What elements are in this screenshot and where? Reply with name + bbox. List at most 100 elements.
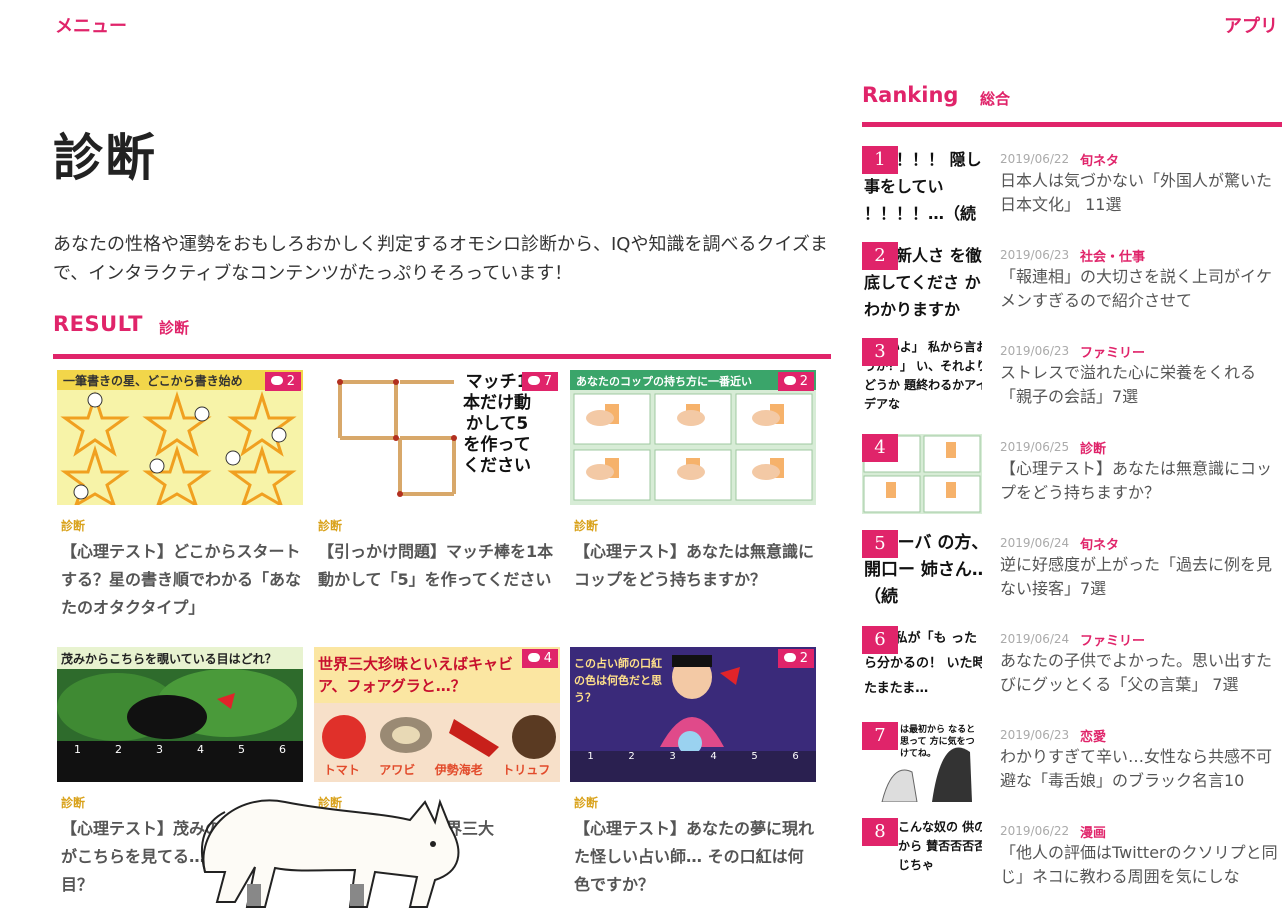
article-category[interactable]: 診断 (574, 517, 598, 534)
option-label: 5 (751, 751, 758, 762)
ranking-title[interactable]: 日本人は気づかない「外国人が驚いた日本文化」 11選 (1000, 169, 1280, 217)
article-card[interactable]: 世界三大珍味といえばキャビア、フォアグラと…？ トマト アワビ 伊勢海老 トリュ… (314, 647, 560, 838)
bush-illustration (57, 669, 303, 782)
ranking-category[interactable]: 漫画 (1080, 822, 1106, 841)
comment-count-badge: 2 (264, 372, 301, 391)
option-label: 3 (669, 751, 676, 762)
ranking-item[interactable]: ーサーバ の方、開口ー 姉さん…（続 5 2019/06/24 旬ネタ 逆に好感… (862, 530, 1282, 614)
rank-number: 7 (862, 722, 898, 750)
rank-number: 3 (862, 338, 898, 366)
thumbnail-caption: は最初から なると思って 方に気をつけてね。 (900, 725, 976, 759)
ranking-title[interactable]: 「他人の評価はTwitterのクソリプと同じ」ネコに教わる周囲を気にしな (1000, 841, 1280, 889)
article-category[interactable]: 診断 (61, 794, 85, 811)
ranking-item[interactable]: 皆様！！！ 隠し事をしてい ！！！！…（続 1 2019/06/22 旬ネタ 日… (862, 146, 1282, 230)
option-label: 2 (628, 751, 635, 762)
option-label: 6 (792, 751, 799, 762)
article-title[interactable]: 【心理テスト】あなたの夢に現れた怪しい占い師… その口紅は何色ですか？ (574, 815, 814, 899)
ranking-date: 2019/06/23 (1000, 248, 1070, 262)
article-title[interactable]: 【心理テスト】あなたは無意識にコップをどう持ちますか？ (574, 538, 814, 594)
option-label: 4 (710, 751, 717, 762)
comment-count-badge: 2 (777, 649, 814, 668)
ranking-title[interactable]: 【心理テスト】あなたは無意識にコップをどう持ちますか？ (1000, 457, 1280, 505)
option-label: 4 (197, 743, 204, 756)
ranking-category[interactable]: 旬ネタ (1080, 534, 1119, 553)
option-label: 1 (587, 751, 594, 762)
article-thumbnail[interactable]: あなたのコップの持ち方に一番近い 2 (570, 370, 816, 505)
article-thumbnail[interactable]: マッチ1本だけ動かして5を作ってください 7 (314, 370, 560, 505)
article-card[interactable]: マッチ1本だけ動かして5を作ってください 7 診断 【引っかけ問題】マッチ棒を1… (314, 370, 560, 589)
ranking-item[interactable]: は最初から なると思って 方に気をつけてね。 7 2019/06/23 恋愛 わ… (862, 722, 1282, 806)
ranking-header: Ranking 総合 (862, 82, 1282, 127)
page-description: あなたの性格や運勢をおもしろおかしく判定するオモシロ診断から、IQや知識を調べる… (53, 234, 828, 284)
result-heading: RESULT (53, 312, 143, 336)
cat-overlay-icon (200, 798, 460, 908)
rank-number: 1 (862, 146, 898, 174)
option-label: 1 (74, 743, 81, 756)
menu-link[interactable]: メニュー (55, 12, 127, 38)
ranking-title[interactable]: 「報連相」の大切さを説く上司がイケメンすぎるので紹介させて (1000, 265, 1280, 313)
option-label: 5 (238, 743, 245, 756)
result-subheading: 診断 (159, 319, 190, 337)
article-thumbnail[interactable]: この占い師の口紅の色は何色だと思う？ 1 2 3 4 5 6 2 (570, 647, 816, 782)
comment-count: 2 (286, 374, 295, 389)
result-section-header: RESULT 診断 (53, 310, 831, 359)
rank-number: 8 (862, 818, 898, 846)
article-thumbnail[interactable]: 一筆書きの星、どこから書き始め 2 (57, 370, 303, 505)
ranking-category[interactable]: 恋愛 (1080, 726, 1106, 745)
top-nav: メニュー アプリ (0, 0, 1286, 50)
comment-icon (783, 376, 796, 385)
ranking-item[interactable]: の時 私が「も ったら分かるの！ いた時たまたま… 6 2019/06/24 フ… (862, 626, 1282, 710)
article-card[interactable]: この占い師の口紅の色は何色だと思う？ 1 2 3 4 5 6 2 診断 【心理テ… (570, 647, 816, 894)
option-label: トリュフ (502, 763, 551, 777)
ranking-category[interactable]: 診断 (1080, 438, 1106, 457)
page-title: 診断 (53, 129, 157, 187)
article-card[interactable]: 茂みからこちらを覗いている目はどれ？ 1 2 3 4 5 6 診断 【心理テスト… (57, 647, 303, 894)
article-category[interactable]: 診断 (318, 517, 342, 534)
ranking-title[interactable]: ストレスで溢れた心に栄養をくれる「親子の会話」7選 (1000, 361, 1280, 409)
option-label: 6 (279, 743, 286, 756)
ranking-date: 2019/06/23 (1000, 728, 1070, 742)
ranking-category[interactable]: ファミリー (1080, 342, 1145, 361)
article-card[interactable]: あなたのコップの持ち方に一番近い 2 診断 【心理テスト】あなたは無意識にコップ… (570, 370, 816, 589)
option-label: 3 (156, 743, 163, 756)
comment-count: 2 (799, 374, 808, 389)
rank-number: 6 (862, 626, 898, 654)
ranking-item[interactable]: らいいよ」 私から言おうか？」 い、それよりどうか 題終わるかアイデアな 3 2… (862, 338, 1282, 422)
ranking-heading: Ranking (862, 83, 959, 107)
ranking-title[interactable]: あなたの子供でよかった。思い出すたびにグッとくる「父の言葉」 7選 (1000, 649, 1280, 697)
ranking-subheading[interactable]: 総合 (980, 88, 1010, 109)
ranking-title[interactable]: わかりすぎて辛い…女性なら共感不可避な「毒舌娘」のブラック名言10 (1000, 745, 1280, 793)
option-labels: 1 2 3 4 5 6 (570, 751, 816, 762)
comment-count: 4 (543, 651, 552, 666)
comment-count-badge: 7 (521, 372, 558, 391)
ranking-item[interactable]: 4 2019/06/25 診断 【心理テスト】あなたは無意識にコップをどう持ちま… (862, 434, 1282, 518)
comment-count: 7 (543, 374, 552, 389)
comment-icon (783, 653, 796, 662)
ranking-date: 2019/06/22 (1000, 824, 1070, 838)
comment-icon (527, 376, 540, 385)
comment-count-badge: 2 (777, 372, 814, 391)
comment-icon (270, 376, 283, 385)
article-card[interactable]: 一筆書きの星、どこから書き始め 2 診断 【心理テスト】どこからスタートする？星… (57, 370, 303, 617)
comment-icon (527, 653, 540, 662)
article-category[interactable]: 診断 (574, 794, 598, 811)
ranking-category[interactable]: 旬ネタ (1080, 150, 1119, 169)
ranking-title[interactable]: 逆に好感度が上がった「過去に例を見ない接客」7選 (1000, 553, 1280, 601)
comment-count: 2 (799, 651, 808, 666)
option-labels: 1 2 3 4 5 6 (57, 743, 303, 757)
article-category[interactable]: 診断 (61, 517, 85, 534)
rank-number: 5 (862, 530, 898, 558)
app-link[interactable]: アプリ (1224, 12, 1278, 38)
article-title[interactable]: 【心理テスト】どこからスタートする？星の書き順でわかる「あなたのオタクタイプ」 (61, 538, 301, 622)
ranking-item[interactable]: すか新人さ を徹底してくださ かわかりますか 2 2019/06/23 社会・仕… (862, 242, 1282, 326)
rank-number: 2 (862, 242, 898, 270)
ranking-date: 2019/06/22 (1000, 152, 1070, 166)
ranking-date: 2019/06/24 (1000, 536, 1070, 550)
ranking-item[interactable]: こんな奴の 供の頃から 賛否否否否 信じちゃ 8 2019/06/22 漫画 「… (862, 818, 1282, 902)
rank-number: 4 (862, 434, 898, 462)
ranking-category[interactable]: ファミリー (1080, 630, 1145, 649)
ranking-category[interactable]: 社会・仕事 (1080, 246, 1145, 265)
article-thumbnail[interactable]: 世界三大珍味といえばキャビア、フォアグラと…？ トマト アワビ 伊勢海老 トリュ… (314, 647, 560, 782)
article-thumbnail[interactable]: 茂みからこちらを覗いている目はどれ？ 1 2 3 4 5 6 (57, 647, 303, 782)
article-title[interactable]: 【引っかけ問題】マッチ棒を1本動かして「5」を作ってください (318, 538, 558, 594)
